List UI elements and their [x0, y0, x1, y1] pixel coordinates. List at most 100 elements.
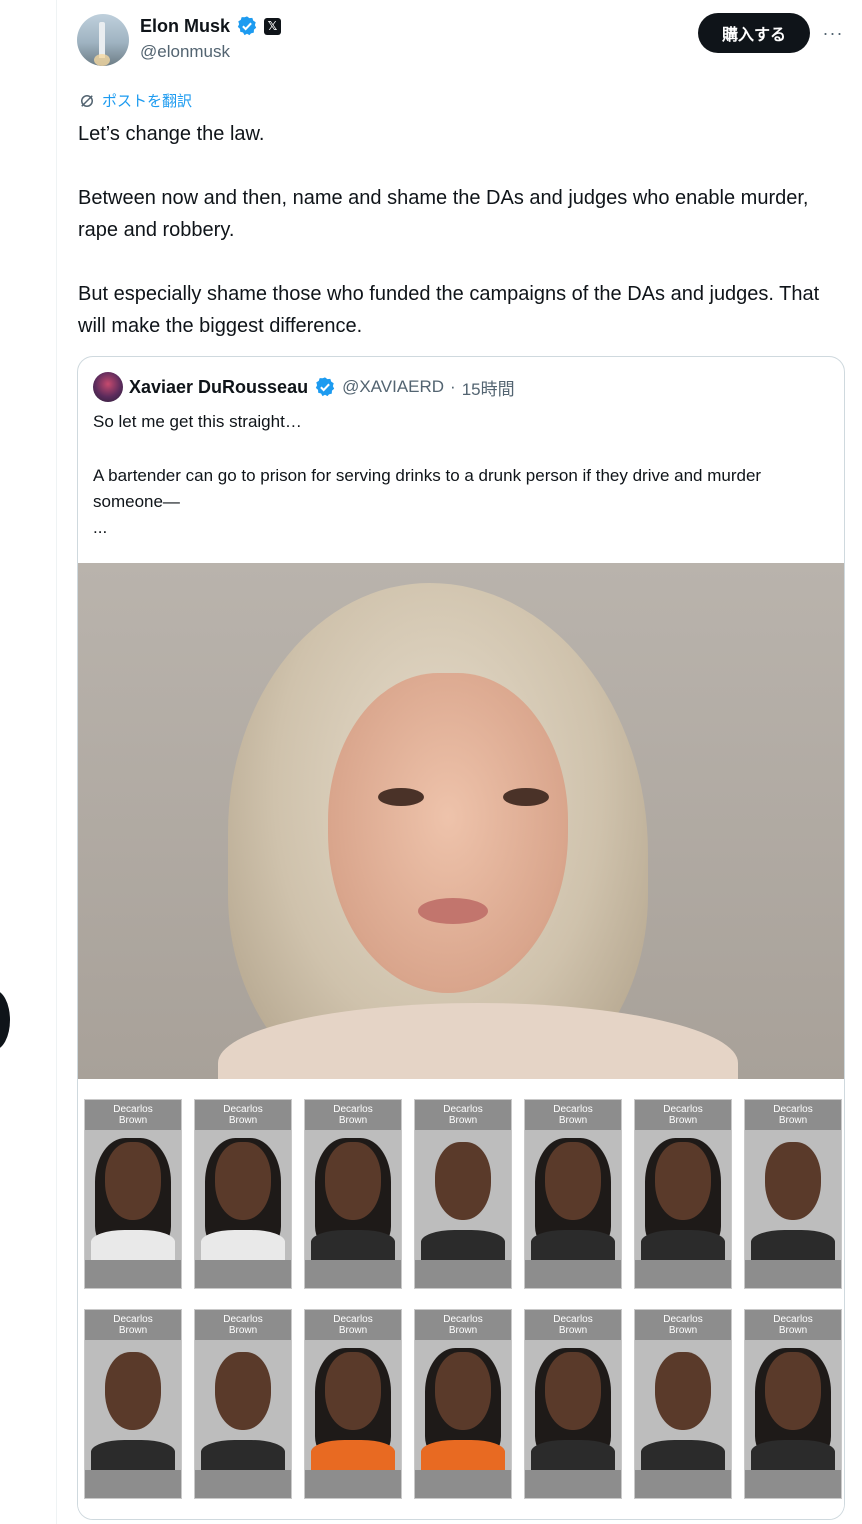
mugshot-caption: Brown: [668, 1325, 698, 1336]
mugshot-body: [641, 1440, 725, 1470]
timeline-divider: [56, 0, 57, 1524]
mugshot-body: [531, 1440, 615, 1470]
mugshot-body: [751, 1230, 835, 1260]
mugshot-caption: Brown: [778, 1115, 808, 1126]
mugshot-card: Decarlos Brown: [634, 1099, 732, 1289]
quoted-author-name[interactable]: Xaviaer DuRousseau: [129, 377, 308, 398]
mugshot-caption: Brown: [118, 1325, 148, 1336]
mugshot-caption: Brown: [558, 1325, 588, 1336]
photo-eye: [378, 788, 424, 806]
mugshot-card: Decarlos Brown: [194, 1099, 292, 1289]
mugshot-face: [545, 1142, 601, 1220]
mugshot-caption: Decarlos: [443, 1314, 483, 1325]
mugshot-card: Decarlos Brown: [84, 1099, 182, 1289]
translate-post-link[interactable]: ポストを翻訳: [78, 90, 192, 111]
mugshot-card: Decarlos Brown: [744, 1099, 842, 1289]
quoted-post-text: So let me get this straight… A bartender…: [93, 409, 823, 541]
quoted-post-photo[interactable]: [78, 563, 844, 1079]
mugshot-caption: Decarlos: [443, 1104, 483, 1115]
mugshot-caption: Brown: [448, 1325, 478, 1336]
mugshot-card: Decarlos Brown: [744, 1309, 842, 1499]
mugshot-face: [435, 1352, 491, 1430]
mugshot-caption: Brown: [558, 1115, 588, 1126]
mugshot-caption: Brown: [668, 1115, 698, 1126]
side-nav-button[interactable]: [0, 990, 10, 1050]
mugshot-card: Decarlos Brown: [414, 1099, 512, 1289]
mugshot-body: [91, 1440, 175, 1470]
mugshot-caption: Decarlos: [773, 1314, 813, 1325]
mugshot-grid[interactable]: Decarlos Brown Decarlos Brown Decarlos Brown D…: [78, 1079, 844, 1519]
mugshot-caption: Brown: [778, 1325, 808, 1336]
mugshot-caption: Brown: [448, 1115, 478, 1126]
author-handle[interactable]: @elonmusk: [140, 42, 230, 62]
quoted-post[interactable]: Xaviaer DuRousseau @XAVIAERD · 15時間 So l…: [77, 356, 845, 1520]
mugshot-body: [311, 1230, 395, 1260]
quoted-post-time[interactable]: 15時間: [462, 375, 515, 400]
mugshot-caption: Brown: [228, 1115, 258, 1126]
avatar-flame: [94, 54, 110, 66]
author-name[interactable]: Elon Musk: [140, 16, 230, 37]
translate-icon: [81, 94, 93, 107]
mugshot-face: [765, 1352, 821, 1430]
mugshot-card: Decarlos Brown: [634, 1309, 732, 1499]
mugshot-card: Decarlos Brown: [304, 1099, 402, 1289]
more-icon[interactable]: ···: [820, 20, 846, 46]
mugshot-face: [105, 1142, 161, 1220]
author-avatar[interactable]: [77, 14, 129, 66]
mugshot-face: [325, 1352, 381, 1430]
author-name-row: Elon Musk 𝕏: [140, 15, 282, 37]
mugshot-card: Decarlos Brown: [524, 1309, 622, 1499]
quoted-line: So let me get this straight…: [93, 412, 302, 431]
mugshot-face: [325, 1142, 381, 1220]
mugshot-caption: Decarlos: [333, 1314, 373, 1325]
tweet-paragraph: Let’s change the law.: [78, 123, 265, 145]
photo-lips: [418, 898, 488, 924]
mugshot-body: [421, 1440, 505, 1470]
mugshot-body: [201, 1230, 285, 1260]
translate-post-label[interactable]: ポストを翻訳: [102, 90, 192, 111]
mugshot-face: [105, 1352, 161, 1430]
verified-badge-icon: [237, 16, 257, 36]
quoted-author-handle[interactable]: @XAVIAERD: [342, 377, 444, 397]
mugshot-caption: Decarlos: [223, 1314, 263, 1325]
mugshot-face: [655, 1142, 711, 1220]
mugshot-card: Decarlos Brown: [194, 1309, 292, 1499]
mugshot-caption: Brown: [338, 1325, 368, 1336]
mugshot-body: [751, 1440, 835, 1470]
quoted-line: A bartender can go to prison for serving…: [93, 466, 762, 511]
mugshot-card: Decarlos Brown: [84, 1309, 182, 1499]
mugshot-body: [641, 1230, 725, 1260]
mugshot-body: [421, 1230, 505, 1260]
mugshot-caption: Decarlos: [773, 1104, 813, 1115]
tweet-paragraph: But especially shame those who funded th…: [78, 283, 820, 337]
mugshot-body: [201, 1440, 285, 1470]
mugshot-body: [91, 1230, 175, 1260]
mugshot-body: [531, 1230, 615, 1260]
verified-badge-icon: [315, 377, 335, 397]
mugshot-caption: Brown: [338, 1115, 368, 1126]
mugshot-caption: Decarlos: [223, 1104, 263, 1115]
mugshot-card: Decarlos Brown: [524, 1099, 622, 1289]
photo-face: [328, 673, 568, 993]
mugshot-face: [545, 1352, 601, 1430]
mugshot-caption: Decarlos: [333, 1104, 373, 1115]
x-logo-icon: 𝕏: [264, 17, 282, 35]
quoted-post-header: Xaviaer DuRousseau @XAVIAERD · 15時間: [93, 372, 515, 402]
mugshot-caption: Decarlos: [113, 1314, 153, 1325]
mugshot-caption: Brown: [228, 1325, 258, 1336]
mugshot-caption: Decarlos: [113, 1104, 153, 1115]
mugshot-face: [765, 1142, 821, 1220]
mugshot-body: [311, 1440, 395, 1470]
mugshot-face: [215, 1142, 271, 1220]
mugshot-face: [655, 1352, 711, 1430]
mugshot-caption: Decarlos: [553, 1314, 593, 1325]
mugshot-card: Decarlos Brown: [304, 1309, 402, 1499]
mugshot-caption: Brown: [118, 1115, 148, 1126]
mugshot-card: Decarlos Brown: [414, 1309, 512, 1499]
quoted-author-avatar[interactable]: [93, 372, 123, 402]
tweet-paragraph: Between now and then, name and shame the…: [78, 187, 809, 241]
buy-button[interactable]: 購入する: [698, 13, 810, 53]
mugshot-caption: Decarlos: [553, 1104, 593, 1115]
avatar-rocket: [99, 22, 105, 58]
tweet-text: Let’s change the law. Between now and th…: [78, 118, 848, 342]
